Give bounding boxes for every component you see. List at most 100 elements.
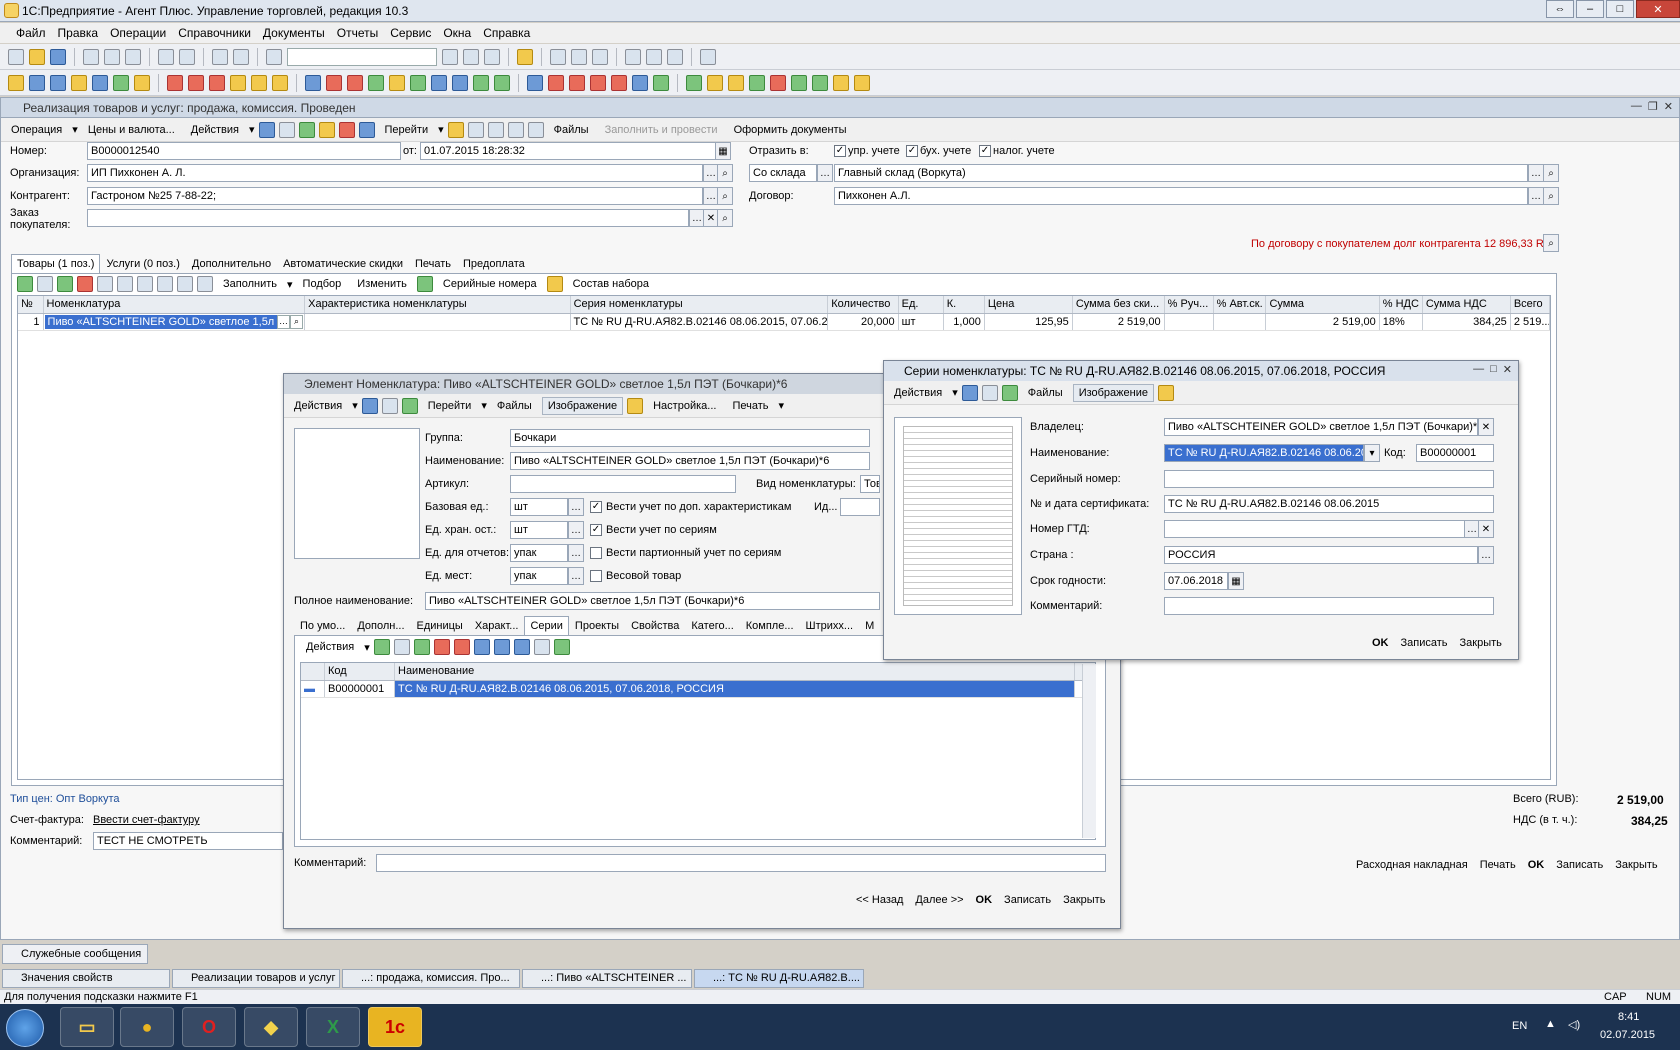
cell-item[interactable]: Пиво «ALTSCHTEINER GOLD» светлое 1,5л ПЭ… xyxy=(44,315,278,329)
menu-help[interactable]: Справка xyxy=(483,26,530,40)
undo-icon[interactable] xyxy=(212,48,228,65)
col-price[interactable]: Цена xyxy=(985,296,1073,313)
series-name-cell[interactable]: ТС № RU Д-RU.АЯ82.В.02146 08.06.2015, 07… xyxy=(395,681,1075,697)
settings-icon[interactable] xyxy=(833,74,849,91)
print-button[interactable]: Печать xyxy=(1480,859,1516,871)
order-icon[interactable] xyxy=(167,74,183,91)
upload-icon[interactable] xyxy=(812,74,828,91)
item-files-button[interactable]: Файлы xyxy=(491,397,538,415)
kit-button[interactable]: Состав набора xyxy=(567,275,655,293)
fill-button[interactable]: Заполнить xyxy=(217,275,283,293)
warehouse-mode-field[interactable]: Со склада xyxy=(749,164,817,182)
memory-minus-icon[interactable] xyxy=(667,48,683,65)
series-name-field[interactable]: ТС № RU Д-RU.АЯ82.В.02146 08.06.2015, 07… xyxy=(1164,444,1364,462)
move-up-icon[interactable] xyxy=(117,276,133,292)
tab-properties[interactable]: Свойства xyxy=(625,616,685,635)
clock-date[interactable]: 02.07.2015 xyxy=(1600,1029,1655,1041)
memory-plus-icon[interactable] xyxy=(646,48,662,65)
series-save-button[interactable]: Записать xyxy=(1401,637,1448,649)
card-icon[interactable] xyxy=(632,74,648,91)
calendar-icon[interactable] xyxy=(571,48,587,65)
menu-service[interactable]: Сервис xyxy=(390,26,431,40)
cell-total[interactable]: 2 519... xyxy=(1511,314,1550,330)
col-manual[interactable]: % Руч... xyxy=(1165,296,1214,313)
tab-goods[interactable]: Товары (1 поз.) xyxy=(11,254,101,273)
files-button[interactable]: Файлы xyxy=(548,121,595,139)
tab-additional[interactable]: Дополнительно xyxy=(186,254,277,273)
find-next-icon[interactable] xyxy=(442,48,458,65)
lang-indicator[interactable]: EN xyxy=(1512,1020,1527,1032)
menu-file[interactable]: Файл xyxy=(16,26,46,40)
tab-projects[interactable]: Проекты xyxy=(569,616,625,635)
price-icon[interactable] xyxy=(431,74,447,91)
sort-desc-icon[interactable] xyxy=(177,276,193,292)
fill-post-button[interactable]: Заполнить и провести xyxy=(599,121,724,139)
warehouse-field[interactable]: Главный склад (Воркута) xyxy=(834,164,1528,182)
contract-open-icon[interactable]: ⌕ xyxy=(1543,187,1559,205)
post-icon[interactable] xyxy=(258,121,275,138)
structure-icon[interactable] xyxy=(278,121,295,138)
id-field[interactable] xyxy=(840,498,880,516)
chart-icon[interactable] xyxy=(134,74,150,91)
menu-windows[interactable]: Окна xyxy=(443,26,471,40)
tab-barcodes[interactable]: Штрихх... xyxy=(800,616,860,635)
memory-icon[interactable] xyxy=(625,48,641,65)
report-icon[interactable] xyxy=(494,74,510,91)
save-icon[interactable] xyxy=(50,48,66,65)
kind-field[interactable]: Тов xyxy=(860,475,880,493)
cell-price[interactable]: 125,95 xyxy=(985,314,1073,330)
list-icon[interactable] xyxy=(467,121,484,138)
date-field[interactable]: 01.07.2015 18:28:32 xyxy=(420,142,716,160)
filter-list-icon[interactable] xyxy=(513,639,530,655)
nalog-checkbox[interactable]: ✓ xyxy=(979,145,991,157)
cash-icon[interactable] xyxy=(305,74,321,91)
owner-field[interactable]: Пиво «ALTSCHTEINER GOLD» светлое 1,5л ПЭ… xyxy=(1164,418,1478,436)
table-row[interactable]: 1 Пиво «ALTSCHTEINER GOLD» светлое 1,5л … xyxy=(18,314,1550,331)
ok-button[interactable]: OK xyxy=(1528,859,1545,871)
window-tab-item[interactable]: ...: Пиво «ALTSCHTEINER ... xyxy=(522,969,692,988)
users-icon[interactable] xyxy=(592,48,608,65)
warehouse-open-icon[interactable]: ⌕ xyxy=(1543,164,1559,182)
place-unit-select-button[interactable]: … xyxy=(568,567,584,585)
goto-button[interactable]: Перейти xyxy=(379,121,435,139)
series-win-image-button[interactable]: Изображение xyxy=(1072,383,1154,402)
series-add-icon[interactable] xyxy=(373,639,390,655)
item-save-icon[interactable] xyxy=(361,397,378,414)
cell-qty[interactable]: 20,000 xyxy=(828,314,899,330)
doc-close-icon[interactable]: ✕ xyxy=(1664,100,1673,113)
calendar-button-icon[interactable]: ▦ xyxy=(715,142,731,160)
issue-docs-button[interactable]: Оформить документы xyxy=(728,121,853,139)
col-vat-sum[interactable]: Сумма НДС xyxy=(1423,296,1511,313)
col-item[interactable]: Номенклатура xyxy=(44,296,306,313)
sale-icon[interactable] xyxy=(209,74,225,91)
receipt-icon[interactable] xyxy=(368,74,384,91)
gtd-field[interactable] xyxy=(1164,520,1478,538)
tab-print[interactable]: Печать xyxy=(409,254,457,273)
explorer-taskbar-icon[interactable]: ▭ xyxy=(60,1007,114,1047)
expense-icon[interactable] xyxy=(389,74,405,91)
series-ok-button[interactable]: OK xyxy=(1372,637,1389,649)
item-save-button[interactable]: Записать xyxy=(1004,894,1051,906)
item-goto-button[interactable]: Перейти xyxy=(422,397,478,415)
menu-edit[interactable]: Правка xyxy=(58,26,99,40)
series-checkbox[interactable]: ✓ xyxy=(590,524,602,536)
cell-item-open-icon[interactable]: ⌕ xyxy=(290,315,304,329)
article-field[interactable] xyxy=(510,475,736,493)
return-icon[interactable] xyxy=(230,74,246,91)
close-button[interactable]: Закрыть xyxy=(1615,859,1657,871)
payment-icon[interactable] xyxy=(326,74,342,91)
window-tab-properties[interactable]: Значения свойств xyxy=(2,969,170,988)
col-sum-wo[interactable]: Сумма без ски... xyxy=(1073,296,1165,313)
item-image-button[interactable]: Изображение xyxy=(541,396,624,415)
move-down-icon[interactable] xyxy=(137,276,153,292)
cell-k[interactable]: 1,000 xyxy=(944,314,985,330)
series-mark-icon[interactable] xyxy=(453,639,470,655)
report-unit-select-button[interactable]: … xyxy=(568,544,584,562)
debt-report-icon[interactable] xyxy=(590,74,606,91)
tab-services[interactable]: Услуги (0 поз.) xyxy=(100,254,185,273)
end-edit-icon[interactable] xyxy=(97,276,113,292)
redo-icon[interactable] xyxy=(233,48,249,65)
tab-auto-discounts[interactable]: Автоматические скидки xyxy=(277,254,409,273)
char-checkbox[interactable]: ✓ xyxy=(590,501,602,513)
order-open-icon[interactable]: ⌕ xyxy=(717,209,733,227)
